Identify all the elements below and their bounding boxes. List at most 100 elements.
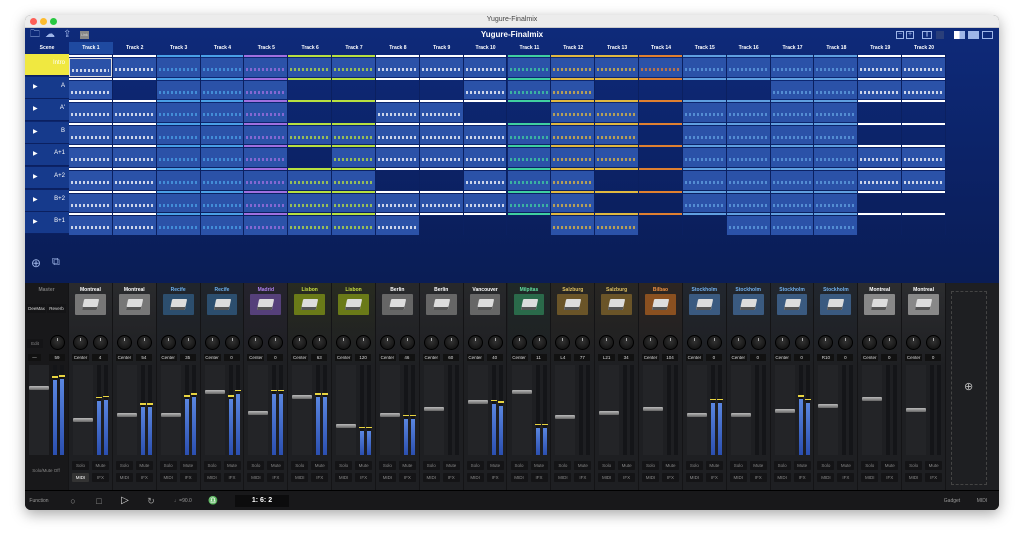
clip-slot[interactable] (595, 99, 640, 122)
clip[interactable] (682, 103, 726, 122)
clip[interactable] (551, 148, 595, 167)
clip[interactable] (69, 80, 112, 100)
solo-button[interactable]: Solo (817, 461, 835, 470)
clip[interactable] (244, 103, 288, 122)
clip-slot[interactable] (200, 167, 245, 190)
clip[interactable] (332, 171, 375, 190)
mute-button[interactable]: Mute (179, 461, 197, 470)
midi-button[interactable]: MIDI (466, 473, 484, 482)
clip-slot[interactable] (639, 167, 683, 190)
clip[interactable] (682, 125, 726, 145)
function-button[interactable]: Function (27, 495, 51, 507)
clip[interactable] (332, 148, 375, 167)
mute-button[interactable]: Mute (749, 461, 767, 470)
volume-fader[interactable] (73, 417, 93, 422)
clip-slot[interactable] (639, 54, 683, 77)
clip[interactable] (332, 125, 375, 145)
volume-fader[interactable] (204, 390, 225, 394)
clip-slot[interactable] (244, 54, 289, 77)
clip-slot[interactable] (375, 54, 420, 77)
clip-slot[interactable] (288, 189, 333, 213)
clip-slot[interactable] (156, 212, 201, 235)
volume-knob[interactable] (575, 335, 591, 350)
clip-slot[interactable] (507, 167, 552, 190)
solo-button[interactable]: Solo (685, 461, 703, 470)
clip-slot[interactable] (595, 212, 640, 235)
clip-slot[interactable] (858, 99, 903, 122)
clip[interactable] (200, 58, 244, 77)
clip-slot[interactable] (858, 144, 903, 167)
clip-slot[interactable] (814, 121, 859, 145)
clip[interactable] (156, 58, 200, 77)
clip-slot[interactable] (770, 212, 815, 235)
clip[interactable] (244, 193, 288, 213)
instrument-name[interactable]: Montreal (902, 287, 945, 293)
instrument-image[interactable] (250, 294, 282, 315)
clip[interactable] (507, 80, 551, 100)
track-header[interactable]: Track 11 (508, 42, 552, 54)
instrument-name[interactable]: Lisbon (288, 287, 331, 293)
clip-slot[interactable] (507, 76, 552, 100)
clip[interactable] (200, 103, 244, 122)
clip[interactable] (595, 58, 639, 77)
clip[interactable] (288, 58, 332, 77)
tempo-button[interactable]: ♩=90.0 (171, 495, 195, 507)
volume-fader[interactable] (248, 410, 269, 415)
clip[interactable] (551, 125, 595, 145)
fader-track[interactable] (160, 365, 181, 455)
ifx-button[interactable]: IFX (179, 473, 197, 482)
clip-slot[interactable] (682, 76, 727, 100)
volume-knob[interactable] (399, 335, 415, 350)
gadget-button[interactable]: Gadget (940, 495, 964, 507)
clip[interactable] (814, 148, 858, 167)
clip-slot[interactable] (69, 189, 113, 213)
clip-slot[interactable] (112, 99, 157, 122)
clip[interactable] (200, 80, 244, 100)
clip-slot[interactable] (770, 189, 815, 213)
volume-knob[interactable] (663, 335, 679, 350)
clip[interactable] (200, 193, 244, 213)
clip-slot[interactable] (156, 144, 201, 167)
clip[interactable] (902, 148, 945, 167)
clip[interactable] (814, 193, 858, 213)
clip[interactable] (69, 125, 112, 145)
clip[interactable] (507, 148, 551, 167)
layout-grid-icon[interactable] (982, 31, 993, 39)
ifx-button[interactable]: IFX (486, 473, 504, 482)
fader-track[interactable] (116, 365, 137, 455)
midi-button[interactable]: MIDI (203, 473, 221, 482)
clip-slot[interactable] (595, 76, 640, 100)
mute-button[interactable]: Mute (574, 461, 592, 470)
clip-slot[interactable] (682, 167, 727, 190)
track-header[interactable]: Track 14 (639, 42, 683, 54)
volume-knob[interactable] (180, 335, 196, 350)
clip-slot[interactable] (112, 121, 157, 145)
clip[interactable] (419, 103, 463, 122)
volume-fader[interactable] (555, 415, 576, 420)
instrument-image[interactable] (118, 294, 150, 315)
clip[interactable] (463, 125, 507, 145)
clip-slot[interactable] (814, 189, 859, 213)
record-button[interactable]: ○ (63, 495, 83, 507)
clip-slot[interactable] (375, 167, 420, 190)
pan-knob[interactable] (292, 335, 308, 350)
instrument-image[interactable] (469, 294, 501, 315)
clip[interactable] (814, 171, 858, 190)
clip-slot[interactable] (551, 99, 596, 122)
clip[interactable] (814, 125, 858, 145)
track-header[interactable]: Track 19 (858, 42, 902, 54)
clip[interactable] (682, 171, 726, 190)
solo-button[interactable]: Solo (729, 461, 747, 470)
solo-button[interactable]: Solo (554, 461, 572, 470)
clip[interactable] (858, 80, 902, 100)
clip-slot[interactable] (288, 54, 333, 77)
solo-button[interactable]: Solo (905, 461, 923, 470)
clip[interactable] (551, 80, 595, 100)
clip[interactable] (244, 80, 288, 100)
clip-slot[interactable] (419, 144, 464, 167)
pan-knob[interactable] (116, 335, 132, 350)
stop-button[interactable]: □ (89, 495, 109, 507)
volume-knob[interactable] (706, 335, 722, 350)
clip-slot[interactable] (419, 54, 464, 77)
clip[interactable] (419, 193, 463, 213)
